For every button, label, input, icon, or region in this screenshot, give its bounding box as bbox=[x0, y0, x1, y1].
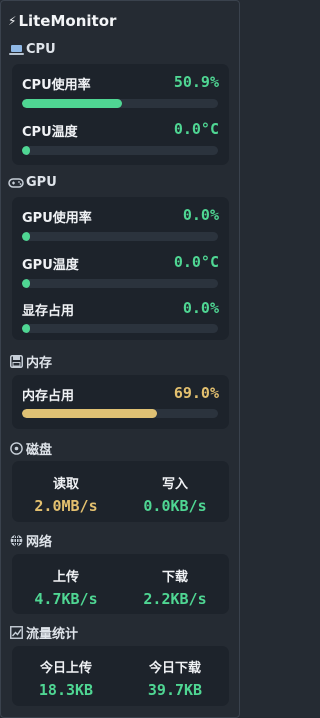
gpu-usage-value: 0.0% bbox=[182, 206, 219, 224]
cpu-usage-value: 50.9% bbox=[173, 73, 219, 91]
network-upload: 上传 4.7KB/s bbox=[12, 566, 120, 608]
today-download: 今日下载 39.7KB bbox=[121, 657, 229, 699]
vram-usage-bar bbox=[22, 324, 218, 333]
floppy-disk-icon bbox=[8, 355, 24, 369]
disk-read-label: 读取 bbox=[52, 477, 79, 492]
today-upload: 今日上传 18.3KB bbox=[12, 657, 120, 699]
gamepad-icon bbox=[8, 176, 24, 190]
traffic-card: 今日上传 18.3KB 今日下载 39.7KB bbox=[12, 646, 229, 706]
section-title-disk: 磁盘 bbox=[8, 439, 52, 458]
cpu-card: CPU使用率 50.9% CPU温度 0.0°C bbox=[12, 64, 229, 165]
gpu-temp-bar bbox=[22, 279, 218, 288]
gpu-temp-label: GPU温度 bbox=[22, 258, 79, 273]
memory-usage-label: 内存占用 bbox=[22, 389, 75, 404]
network-download: 下载 2.2KB/s bbox=[121, 566, 229, 608]
gpu-temp-bar-fill bbox=[22, 279, 30, 288]
gpu-card: GPU使用率 0.0% GPU温度 0.0°C 显存占用 0.0% bbox=[12, 197, 229, 340]
cpu-temp-bar bbox=[22, 146, 218, 155]
vram-usage-bar-fill bbox=[22, 324, 30, 333]
section-title-traffic-text: 流量统计 bbox=[26, 627, 79, 642]
cpu-temp-label: CPU温度 bbox=[22, 125, 78, 140]
section-title-memory: 内存 bbox=[8, 352, 52, 371]
vram-usage-value: 0.0% bbox=[182, 299, 219, 317]
section-title-disk-text: 磁盘 bbox=[26, 443, 53, 458]
network-upload-value: 4.7KB/s bbox=[34, 590, 98, 608]
disk-write-value: 0.0KB/s bbox=[143, 497, 207, 515]
memory-usage-value: 69.0% bbox=[173, 384, 219, 402]
disk-icon bbox=[8, 442, 24, 456]
app-title: ⚡ LiteMonitor bbox=[8, 12, 116, 30]
cpu-usage-label: CPU使用率 bbox=[22, 78, 91, 93]
section-title-cpu: CPU bbox=[8, 42, 56, 57]
memory-usage-bar-fill bbox=[22, 409, 158, 418]
section-title-network-text: 网络 bbox=[26, 535, 53, 550]
network-upload-label: 上传 bbox=[52, 570, 79, 585]
section-title-memory-text: 内存 bbox=[26, 356, 53, 371]
network-download-label: 下载 bbox=[161, 570, 188, 585]
section-title-cpu-text: CPU bbox=[26, 42, 56, 57]
lightning-icon: ⚡ bbox=[8, 14, 17, 28]
gpu-usage-label: GPU使用率 bbox=[22, 211, 92, 226]
disk-write: 写入 0.0KB/s bbox=[121, 473, 229, 515]
disk-card: 读取 2.0MB/s 写入 0.0KB/s bbox=[12, 461, 229, 522]
today-download-value: 39.7KB bbox=[147, 681, 203, 699]
disk-read: 读取 2.0MB/s bbox=[12, 473, 120, 515]
cpu-temp-value: 0.0°C bbox=[173, 120, 219, 138]
chart-icon bbox=[8, 626, 24, 640]
cpu-usage-bar-fill bbox=[22, 99, 122, 108]
gpu-usage-bar bbox=[22, 232, 218, 241]
section-title-gpu: GPU bbox=[8, 175, 57, 190]
disk-write-label: 写入 bbox=[161, 477, 188, 492]
vram-usage-label: 显存占用 bbox=[22, 304, 75, 319]
today-upload-value: 18.3KB bbox=[38, 681, 94, 699]
today-upload-label: 今日上传 bbox=[39, 661, 92, 676]
gpu-usage-bar-fill bbox=[22, 232, 30, 241]
network-card: 上传 4.7KB/s 下载 2.2KB/s bbox=[12, 554, 229, 614]
section-title-network: 网络 bbox=[8, 531, 52, 550]
cpu-usage-bar bbox=[22, 99, 218, 108]
laptop-icon bbox=[8, 43, 24, 57]
memory-card: 内存占用 69.0% bbox=[12, 375, 229, 429]
disk-read-value: 2.0MB/s bbox=[34, 497, 98, 515]
network-download-value: 2.2KB/s bbox=[143, 590, 207, 608]
cpu-temp-bar-fill bbox=[22, 146, 30, 155]
memory-usage-bar bbox=[22, 409, 218, 418]
globe-icon bbox=[8, 534, 24, 548]
section-title-traffic: 流量统计 bbox=[8, 623, 78, 642]
section-title-gpu-text: GPU bbox=[26, 175, 57, 190]
today-download-label: 今日下载 bbox=[148, 661, 201, 676]
gpu-temp-value: 0.0°C bbox=[173, 253, 219, 271]
app-title-text: LiteMonitor bbox=[18, 12, 117, 30]
